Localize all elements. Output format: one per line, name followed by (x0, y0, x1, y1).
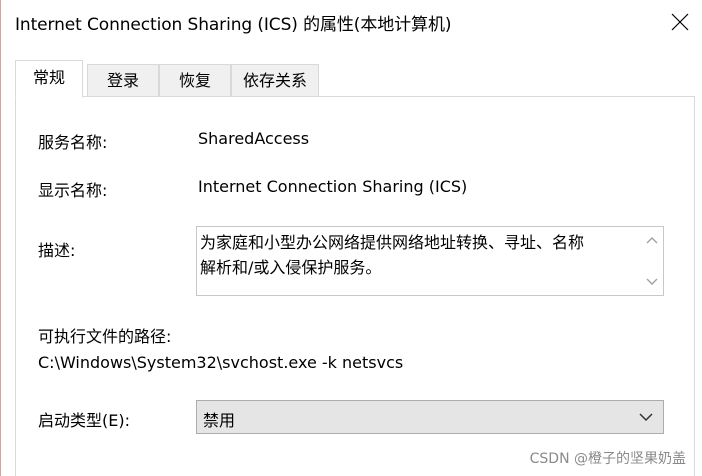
description-line-2: 解析和/或入侵保护服务。 (200, 258, 382, 277)
tab-dependencies[interactable]: 依存关系 (231, 64, 319, 97)
display-name-value: Internet Connection Sharing (ICS) (198, 177, 468, 196)
display-name-label: 显示名称: (38, 181, 108, 200)
service-name-label: 服务名称: (38, 133, 108, 152)
close-icon (671, 13, 689, 31)
title-bar[interactable]: Internet Connection Sharing (ICS) 的属性(本地… (1, 0, 702, 44)
exe-path-value: C:\Windows\System32\svchost.exe -k netsv… (38, 353, 404, 372)
description-line-1: 为家庭和小型办公网络提供网络地址转换、寻址、名称 (200, 233, 585, 252)
watermark: CSDN @橙子的坚果奶盖 (529, 451, 686, 467)
chevron-down-icon[interactable] (646, 277, 658, 287)
description-textbox[interactable]: 为家庭和小型办公网络提供网络地址转换、寻址、名称 解析和/或入侵保护服务。 (196, 226, 664, 296)
tab-logon[interactable]: 登录 (87, 64, 159, 97)
startup-type-select[interactable]: 禁用 (196, 400, 664, 434)
tab-general[interactable]: 常规 (15, 60, 83, 98)
startup-type-label: 启动类型(E): (38, 411, 130, 430)
description-label: 描述: (38, 241, 76, 260)
startup-type-value: 禁用 (203, 411, 236, 430)
window-title: Internet Connection Sharing (ICS) 的属性(本地… (15, 15, 452, 35)
chevron-up-icon[interactable] (646, 235, 658, 245)
properties-dialog: Internet Connection Sharing (ICS) 的属性(本地… (0, 0, 702, 476)
chevron-down-icon (639, 413, 653, 422)
exe-path-label: 可执行文件的路径: (38, 327, 172, 346)
tab-strip: 常规 登录 恢复 依存关系 (15, 60, 695, 98)
description-text: 为家庭和小型办公网络提供网络地址转换、寻址、名称 解析和/或入侵保护服务。 (200, 230, 636, 280)
general-tab-panel: 服务名称: SharedAccess 显示名称: Internet Connec… (15, 96, 695, 476)
service-name-value: SharedAccess (198, 129, 310, 148)
tab-recovery[interactable]: 恢复 (159, 64, 231, 97)
close-button[interactable] (658, 0, 702, 44)
description-scrollbar[interactable] (641, 227, 663, 295)
